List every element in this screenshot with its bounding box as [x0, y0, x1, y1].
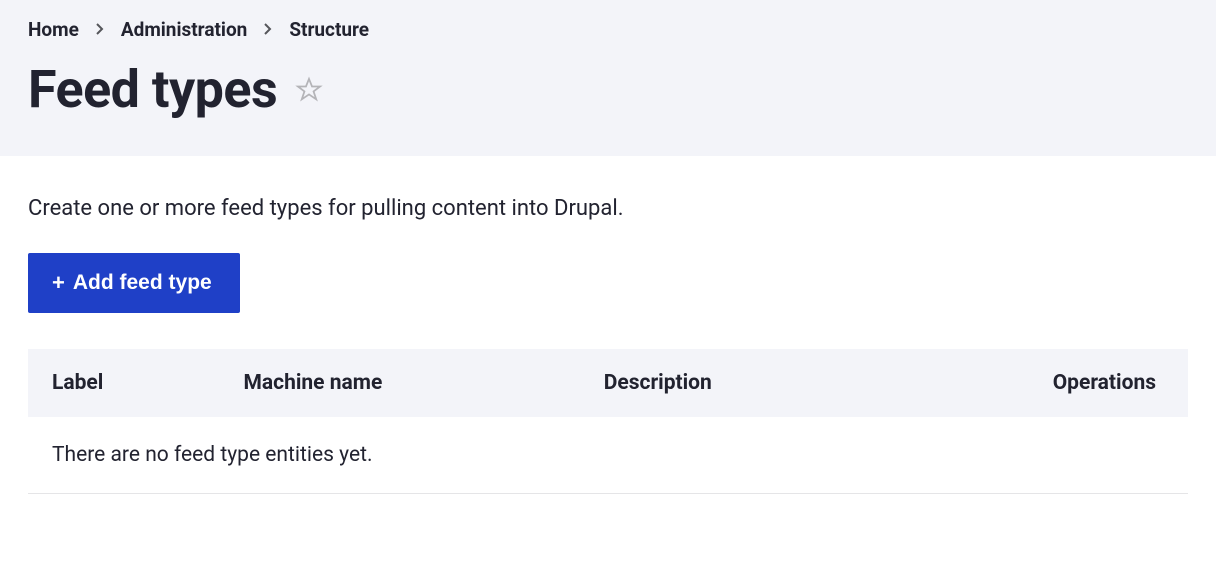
- breadcrumb: Home Administration Structure: [28, 18, 1188, 41]
- feed-types-table: Label Machine name Description Operation…: [28, 349, 1188, 494]
- chevron-right-icon: [263, 20, 273, 39]
- star-icon[interactable]: [295, 76, 323, 104]
- title-row: Feed types: [28, 59, 1188, 120]
- page-title: Feed types: [28, 59, 277, 120]
- content-region: Create one or more feed types for pullin…: [0, 156, 1216, 522]
- plus-icon: +: [52, 272, 65, 294]
- breadcrumb-home[interactable]: Home: [28, 18, 79, 41]
- col-label: Label: [28, 349, 220, 417]
- chevron-right-icon: [95, 20, 105, 39]
- col-machine-name: Machine name: [220, 349, 580, 417]
- col-description: Description: [580, 349, 881, 417]
- col-operations: Operations: [881, 349, 1188, 417]
- intro-text: Create one or more feed types for pullin…: [28, 196, 1188, 221]
- breadcrumb-administration[interactable]: Administration: [121, 18, 247, 41]
- empty-message: There are no feed type entities yet.: [28, 417, 1188, 494]
- table-row-empty: There are no feed type entities yet.: [28, 417, 1188, 494]
- add-button-label: Add feed type: [73, 271, 212, 295]
- table-header-row: Label Machine name Description Operation…: [28, 349, 1188, 417]
- header-region: Home Administration Structure Feed types: [0, 0, 1216, 156]
- breadcrumb-structure[interactable]: Structure: [289, 18, 369, 41]
- add-feed-type-button[interactable]: + Add feed type: [28, 253, 240, 313]
